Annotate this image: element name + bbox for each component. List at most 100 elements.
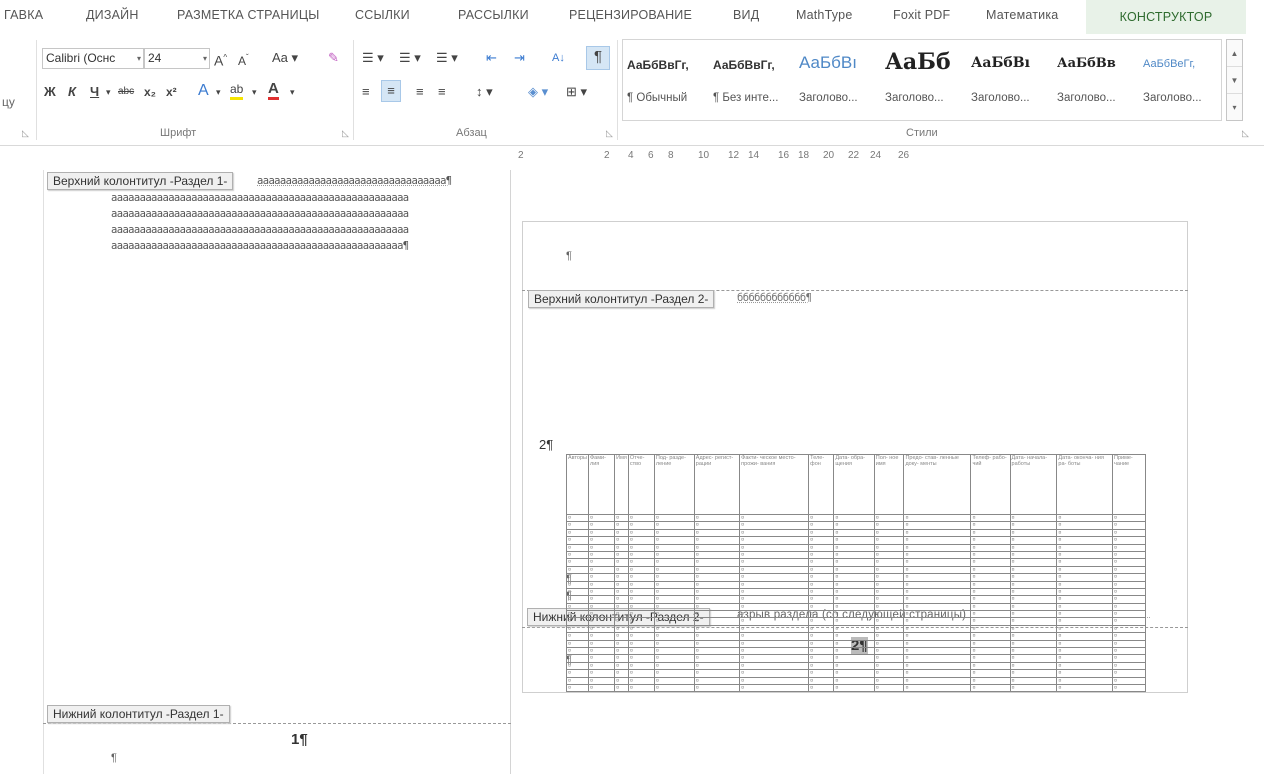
subscript-button[interactable]: x₂ [144, 82, 156, 102]
style-no-spacing[interactable]: АаБбВвГг, ¶ Без инте... [709, 40, 793, 120]
table-cell[interactable]: ¤ [587, 610, 616, 619]
body-text-line[interactable]: аааааааааааааааааааааааааааааааааааааааа… [111, 208, 409, 220]
table-cell[interactable]: ¤ [739, 647, 810, 656]
table-cell[interactable]: ¤ [653, 558, 695, 567]
table-cell[interactable]: ¤ [627, 669, 655, 678]
table-cell[interactable]: ¤ [627, 639, 655, 649]
table-cell[interactable]: ¤ [566, 528, 589, 538]
table-cell[interactable]: ¤ [873, 550, 905, 560]
show-formatting-marks-button[interactable]: ¶ [586, 46, 610, 70]
highlight-button[interactable]: ab [230, 82, 244, 100]
table-cell[interactable]: ¤ [873, 624, 905, 634]
table-cell[interactable]: ¤ [873, 632, 905, 641]
table-cell[interactable]: ¤ [653, 550, 695, 560]
font-dialog-launcher-icon[interactable]: ◺ [342, 128, 349, 139]
table-cell[interactable]: ¤ [627, 595, 655, 604]
table-cell[interactable]: ¤ [627, 513, 655, 523]
decrease-indent-icon[interactable]: ⇤ [486, 48, 497, 68]
table-cell[interactable]: ¤ [566, 513, 589, 523]
table-cell[interactable]: ¤ [739, 528, 810, 538]
table-cell[interactable]: ¤ [627, 676, 655, 686]
table-cell[interactable]: ¤ [1056, 624, 1113, 634]
table-cell[interactable]: ¤ [808, 647, 835, 656]
table-cell[interactable]: ¤ [873, 669, 905, 678]
table-cell[interactable]: ¤ [903, 573, 972, 582]
table-cell[interactable]: ¤ [970, 580, 1011, 589]
table-cell[interactable]: ¤ [566, 602, 589, 612]
table-cell[interactable]: ¤ [693, 617, 741, 626]
table-cell[interactable]: ¤ [587, 595, 616, 604]
table-cell[interactable]: ¤ [1056, 639, 1113, 649]
table-cell[interactable]: ¤ [1112, 550, 1146, 560]
table-cell[interactable]: ¤ [873, 595, 905, 604]
table-cell[interactable]: ¤ [653, 573, 695, 582]
table-cell[interactable]: ¤ [833, 543, 875, 552]
table-cell[interactable]: ¤ [903, 617, 972, 626]
table-cell[interactable]: ¤ [739, 536, 810, 545]
table-cell[interactable]: ¤ [1009, 587, 1058, 597]
table-cell[interactable]: ¤ [614, 602, 629, 612]
table-cell[interactable]: ¤ [1112, 632, 1146, 641]
table-cell[interactable]: ¤ [808, 610, 835, 619]
table-cell[interactable]: ¤ [614, 654, 629, 663]
table-cell[interactable]: ¤ [566, 624, 589, 634]
table-cell[interactable]: ¤ [1009, 647, 1058, 656]
table-cell[interactable]: ¤ [739, 654, 810, 663]
table-cell[interactable]: ¤ [1056, 647, 1113, 656]
table-cell[interactable]: ¤ [1112, 536, 1146, 545]
table-cell[interactable]: ¤ [653, 661, 695, 671]
table-cell[interactable]: ¤ [1009, 617, 1058, 626]
table-cell[interactable]: ¤ [1112, 661, 1146, 671]
table-cell[interactable]: ¤ [566, 587, 589, 597]
table-header-cell[interactable]: Дата- начала- работы [1009, 454, 1058, 515]
table-cell[interactable]: ¤ [970, 632, 1011, 641]
table-cell[interactable]: ¤ [808, 669, 835, 678]
table-cell[interactable]: ¤ [653, 513, 695, 523]
table-cell[interactable]: ¤ [833, 683, 875, 693]
table-header-cell[interactable]: Отче- ство [627, 454, 655, 515]
table-cell[interactable]: ¤ [587, 661, 616, 671]
tab-layout[interactable]: РАЗМЕТКА СТРАНИЦЫ [177, 8, 320, 22]
table-cell[interactable]: ¤ [627, 558, 655, 567]
table-cell[interactable]: ¤ [1009, 550, 1058, 560]
table-cell[interactable]: ¤ [1009, 521, 1058, 530]
table-cell[interactable]: ¤ [970, 617, 1011, 626]
table-header-cell[interactable]: Телеф- рабо- чий [970, 454, 1011, 515]
table-cell[interactable]: ¤ [903, 661, 972, 671]
table-cell[interactable]: ¤ [808, 632, 835, 641]
table-cell[interactable]: ¤ [808, 587, 835, 597]
table-cell[interactable]: ¤ [566, 669, 589, 678]
table-cell[interactable]: ¤ [614, 587, 629, 597]
table-cell[interactable]: ¤ [614, 536, 629, 545]
style-heading-4[interactable]: АаБбВв Заголово... [1053, 40, 1137, 120]
table-cell[interactable]: ¤ [739, 550, 810, 560]
table-cell[interactable]: ¤ [693, 587, 741, 597]
table-cell[interactable]: ¤ [873, 543, 905, 552]
table-cell[interactable]: ¤ [1112, 683, 1146, 693]
table-cell[interactable]: ¤ [833, 602, 875, 612]
table-cell[interactable]: ¤ [970, 647, 1011, 656]
table-cell[interactable]: ¤ [1056, 573, 1113, 582]
table-cell[interactable]: ¤ [833, 558, 875, 567]
table-cell[interactable]: ¤ [693, 565, 741, 575]
table-cell[interactable]: ¤ [739, 513, 810, 523]
table-cell[interactable]: ¤ [808, 624, 835, 634]
table-cell[interactable]: ¤ [970, 624, 1011, 634]
tab-mailings[interactable]: РАССЫЛКИ [458, 8, 529, 22]
table-cell[interactable]: ¤ [1009, 654, 1058, 663]
table-cell[interactable]: ¤ [1056, 558, 1113, 567]
font-size-combo[interactable]: 24 ▾ [144, 48, 210, 69]
table-cell[interactable]: ¤ [808, 528, 835, 538]
table-cell[interactable]: ¤ [873, 617, 905, 626]
table-cell[interactable]: ¤ [739, 573, 810, 582]
table-cell[interactable]: ¤ [903, 521, 972, 530]
align-right-icon[interactable]: ≡ [416, 82, 424, 102]
table-cell[interactable]: ¤ [833, 550, 875, 560]
table-cell[interactable]: ¤ [903, 624, 972, 634]
tab-mathtype[interactable]: MathType [796, 8, 853, 22]
table-cell[interactable]: ¤ [808, 617, 835, 626]
table-cell[interactable]: ¤ [970, 521, 1011, 530]
table-cell[interactable]: ¤ [903, 595, 972, 604]
table-cell[interactable]: ¤ [1056, 669, 1113, 678]
table-cell[interactable]: ¤ [1009, 565, 1058, 575]
